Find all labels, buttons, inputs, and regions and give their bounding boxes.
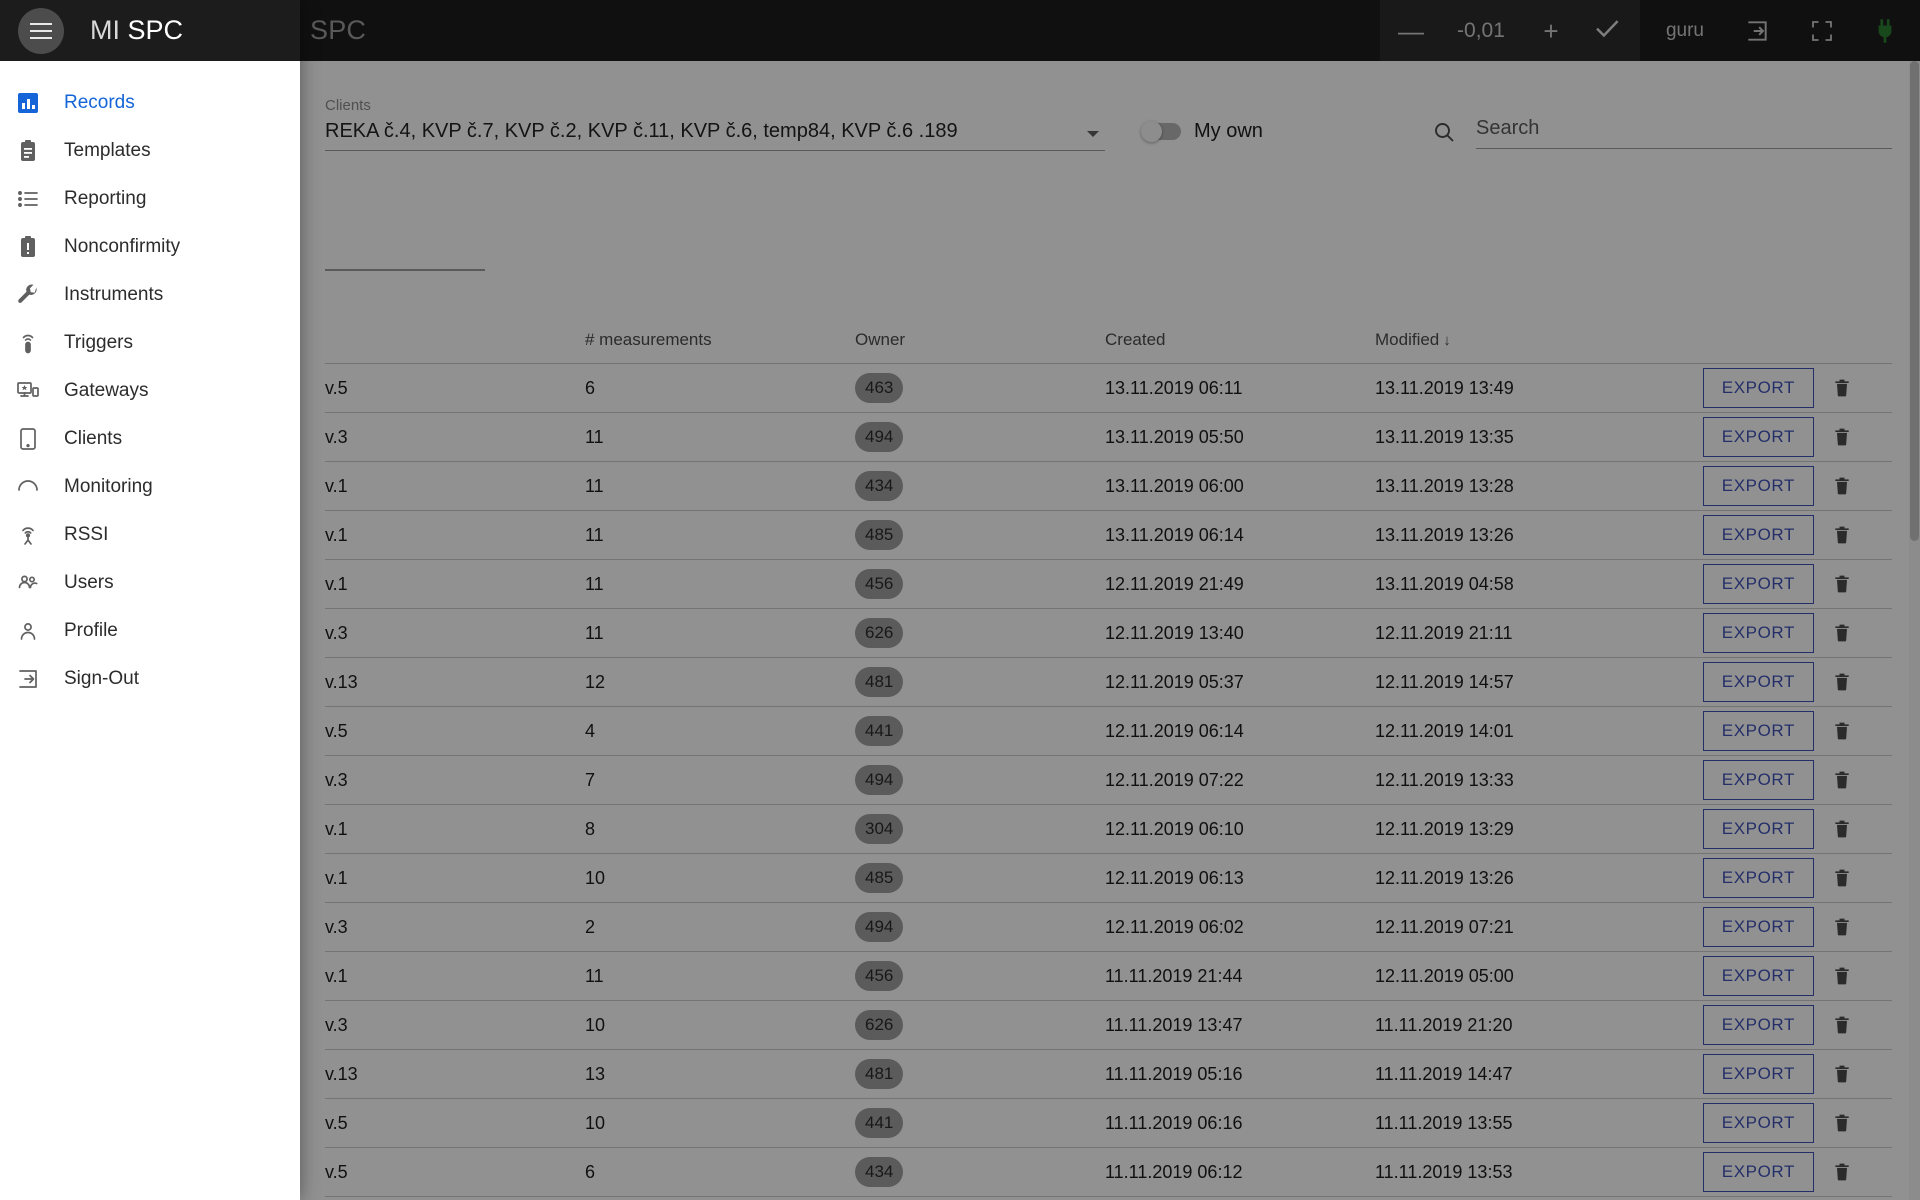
sidebar-item-rssi[interactable]: RSSI [0, 511, 300, 559]
sidebar-item-users[interactable]: Users [0, 559, 300, 607]
sidebar-item-label: Instruments [64, 284, 164, 305]
sidebar-item-triggers[interactable]: Triggers [0, 319, 300, 367]
sidebar-item-monitoring[interactable]: Monitoring [0, 463, 300, 511]
sidebar-item-reporting[interactable]: Reporting [0, 175, 300, 223]
sidebar-nav: Records Templates Reporting Nonconfirmity In… [0, 61, 300, 703]
drawer-header: MI SPC [0, 0, 300, 61]
sidebar-item-label: Nonconfirmity [64, 236, 181, 257]
hamburger-menu-icon[interactable] [18, 7, 64, 54]
sidebar-item-label: Gateways [64, 380, 149, 401]
drawer-title-suffix: SPC [127, 15, 184, 45]
remote-signal-icon [16, 331, 64, 355]
list-icon [16, 187, 64, 211]
users-icon [16, 571, 64, 595]
sidebar-item-nonconfirmity[interactable]: Nonconfirmity [0, 223, 300, 271]
sidebar-item-label: Monitoring [64, 476, 153, 497]
sidebar-item-label: Records [64, 92, 135, 113]
drawer-title-prefix: MI [90, 15, 128, 45]
sidebar-item-label: Profile [64, 620, 118, 641]
sidebar-item-label: Reporting [64, 188, 147, 209]
gateway-icon [16, 379, 64, 403]
sidebar-item-records[interactable]: Records [0, 79, 300, 127]
person-icon [16, 619, 64, 643]
clipboard-icon [16, 139, 64, 163]
sidebar-item-clients[interactable]: Clients [0, 415, 300, 463]
sidebar-item-label: Sign-Out [64, 668, 139, 689]
sidebar-item-label: RSSI [64, 524, 109, 545]
alert-clipboard-icon [16, 235, 64, 259]
sidebar-item-templates[interactable]: Templates [0, 127, 300, 175]
wrench-icon [16, 283, 64, 307]
sidebar-item-profile[interactable]: Profile [0, 607, 300, 655]
sign-out-icon [16, 667, 64, 691]
gauge-icon [16, 475, 64, 499]
sidebar-item-instruments[interactable]: Instruments [0, 271, 300, 319]
sidebar-item-label: Clients [64, 428, 123, 449]
sidebar-item-label: Users [64, 572, 114, 593]
drawer-title: MI SPC [90, 15, 183, 46]
sidebar-item-sign-out[interactable]: Sign-Out [0, 655, 300, 703]
bar-chart-icon [16, 91, 64, 115]
navigation-drawer: MI SPC Records Templates Reporting Nonconfi… [0, 0, 300, 1200]
sidebar-item-gateways[interactable]: Gateways [0, 367, 300, 415]
app-root: SPC — -0,01 + guru Clients REKA č.4, KVP… [0, 0, 1920, 1200]
antenna-icon [16, 523, 64, 547]
sidebar-item-label: Triggers [64, 332, 133, 353]
sidebar-item-label: Templates [64, 140, 151, 161]
tablet-icon [16, 427, 64, 451]
